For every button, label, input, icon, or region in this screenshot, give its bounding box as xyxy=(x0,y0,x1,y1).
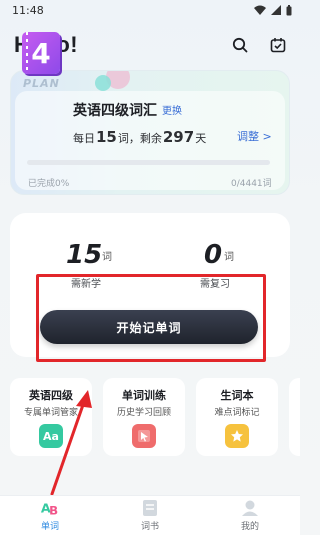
feature-card-vocab-book[interactable]: 生词本 难点词标记 xyxy=(196,378,278,456)
daily-unit: 词，剩余 xyxy=(117,132,162,145)
feature-card-training[interactable]: 单词训练 历史学习回顾 xyxy=(103,378,185,456)
review-words-unit: 词 xyxy=(224,252,234,263)
days-left: 297 xyxy=(162,128,195,146)
cursor-icon xyxy=(132,424,156,448)
tab-label: 单词 xyxy=(40,522,59,532)
tab-profile[interactable]: 我的 xyxy=(220,499,280,532)
decoration-circle xyxy=(95,75,111,91)
book-title: 英语四级词汇 xyxy=(73,103,157,119)
feature-title: 单词训练 xyxy=(122,389,166,402)
search-icon[interactable] xyxy=(230,35,250,55)
header-actions xyxy=(230,35,288,55)
plan-progress-bar xyxy=(27,160,270,165)
calendar-check-icon[interactable] xyxy=(268,35,288,55)
battery-icon xyxy=(286,4,292,15)
status-bar: 11:48 xyxy=(0,0,300,20)
completed-label: 已完成0% xyxy=(28,179,70,189)
new-words-count: 15 xyxy=(66,240,103,270)
daily-prefix: 每日 xyxy=(73,132,95,145)
signal-icon xyxy=(271,5,281,15)
adjust-plan-link[interactable]: 调整 > xyxy=(237,128,272,144)
plan-tag: PLAN xyxy=(23,77,60,90)
bottom-tab-bar: AB 单词 词书 我的 xyxy=(0,495,300,535)
feature-title: 学习 xyxy=(289,387,300,403)
feature-title: 生词本 xyxy=(220,389,254,402)
feature-card-study[interactable]: 学习 每日 xyxy=(289,378,300,456)
daily-count: 15 xyxy=(96,128,117,146)
word-count-label: 0/4441词 xyxy=(231,179,272,189)
book-cover-icon: 4 xyxy=(22,32,60,74)
status-icons xyxy=(254,4,292,16)
tab-label: 我的 xyxy=(240,522,259,532)
tab-book[interactable]: 词书 xyxy=(120,499,180,532)
star-icon xyxy=(225,424,249,448)
feature-subtitle: 每日 xyxy=(289,405,300,418)
wifi-icon xyxy=(254,5,266,15)
days-unit: 天 xyxy=(195,132,207,145)
review-words-count: 0 xyxy=(204,240,223,270)
new-words-unit: 词 xyxy=(102,252,112,263)
feature-subtitle: 难点词标记 xyxy=(214,408,260,418)
profile-tab-icon xyxy=(240,499,260,517)
daily-plan-text: 每日 15 词，剩余 297 天 xyxy=(73,128,206,146)
book-tab-icon xyxy=(140,499,160,517)
start-learning-button[interactable]: 开始记单词 xyxy=(40,310,258,344)
annotation-arrow-icon xyxy=(50,390,92,496)
svg-text:B: B xyxy=(49,503,58,517)
book-badge: 4 xyxy=(31,36,51,70)
status-time: 11:48 xyxy=(12,3,44,17)
feature-subtitle: 历史学习回顾 xyxy=(116,408,171,418)
words-tab-icon: AB xyxy=(40,499,60,517)
tab-words[interactable]: AB 单词 xyxy=(20,499,80,532)
change-book-link[interactable]: 更换 xyxy=(162,102,182,117)
tab-label: 词书 xyxy=(140,522,159,532)
